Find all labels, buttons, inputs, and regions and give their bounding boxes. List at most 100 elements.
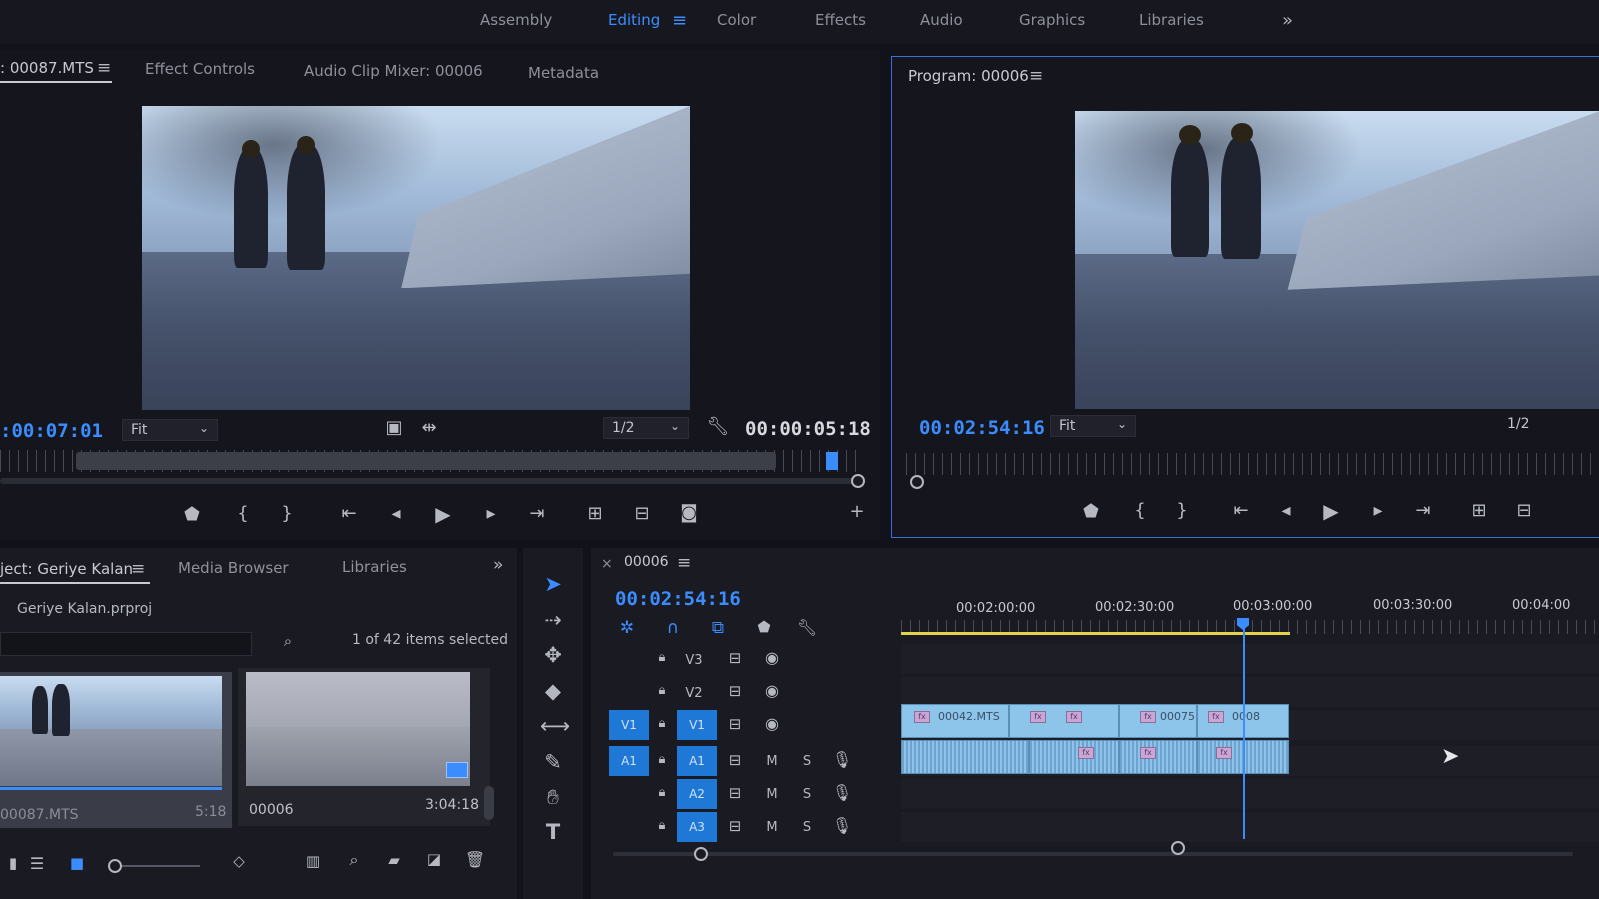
program-fit-dropdown[interactable]: Fit ⌄	[1050, 415, 1136, 437]
tab-sequence[interactable]: 00006	[624, 554, 669, 570]
program-resolution-dropdown[interactable]: 1/2	[1507, 416, 1530, 432]
program-time-ruler[interactable]	[906, 453, 1599, 475]
mute-button[interactable]: M	[757, 787, 787, 802]
source-fit-dropdown[interactable]: Fit ⌄	[122, 419, 218, 441]
timeline-scroll-handle-left[interactable]	[694, 847, 708, 861]
source-video-frame[interactable]	[142, 106, 690, 410]
audio-clip[interactable]: fx	[1029, 740, 1119, 774]
timeline-playhead-timecode[interactable]: 00:02:54:16	[615, 588, 741, 610]
source-playhead-timecode[interactable]: :00:07:01	[0, 420, 103, 442]
source-patch-a1[interactable]: A1	[609, 746, 649, 776]
track-row-a2[interactable]	[901, 779, 1599, 809]
wrench-icon[interactable]: 🔧︎	[794, 618, 820, 637]
workspace-tab-effects[interactable]: Effects	[815, 11, 866, 29]
extract-icon[interactable]: ⊟	[1511, 500, 1537, 521]
find-icon[interactable]: ⌕	[341, 850, 367, 870]
source-playhead[interactable]	[826, 452, 838, 470]
source-zoom-handle[interactable]	[851, 474, 865, 488]
mark-out-icon[interactable]: }	[1169, 500, 1195, 521]
program-zoom-handle[interactable]	[910, 475, 924, 489]
nest-icon[interactable]: ✲	[614, 618, 640, 638]
sync-lock-icon[interactable]: ⊟	[722, 682, 748, 700]
more-workspaces-icon[interactable]: »	[1282, 10, 1293, 31]
mute-button[interactable]: M	[757, 820, 787, 835]
microphone-icon[interactable]: 🎙︎	[829, 783, 855, 802]
sync-lock-icon[interactable]: ⊟	[722, 751, 748, 769]
solo-button[interactable]: S	[792, 787, 822, 802]
timeline-scroll-handle-right[interactable]	[1171, 841, 1185, 855]
step-forward-icon[interactable]: ▸	[1365, 500, 1391, 521]
audio-clip[interactable]: fx	[1119, 740, 1197, 774]
add-marker-icon[interactable]: ⬟	[179, 504, 205, 525]
go-to-out-icon[interactable]: ⇥	[1410, 500, 1436, 521]
program-title[interactable]: Program: 00006	[908, 67, 1029, 85]
track-target-a1[interactable]: A1	[677, 746, 717, 776]
panel-menu-icon[interactable]: ≡	[131, 559, 145, 579]
program-video-frame[interactable]	[1075, 111, 1599, 409]
track-target-a2[interactable]: A2	[677, 779, 717, 809]
microphone-icon[interactable]: 🎙︎	[829, 816, 855, 835]
snap-magnet-icon[interactable]: ∩	[660, 618, 686, 638]
video-clip[interactable]: fx fx	[1009, 704, 1119, 738]
workspace-tab-audio[interactable]: Audio	[920, 11, 963, 29]
source-in-out-range[interactable]	[76, 452, 776, 470]
mute-button[interactable]: M	[757, 754, 787, 769]
audio-clip[interactable]	[901, 740, 1029, 774]
go-to-in-icon[interactable]: ⇤	[336, 503, 362, 524]
overwrite-icon[interactable]: ⊟	[629, 503, 655, 524]
tab-source[interactable]: : 00087.MTS	[0, 59, 94, 77]
mark-out-icon[interactable]: }	[274, 503, 300, 524]
razor-tool-icon[interactable]: ◆	[540, 679, 566, 703]
lock-icon[interactable]: 🔒︎	[649, 716, 675, 731]
automate-to-sequence-icon[interactable]: ▥	[300, 852, 326, 870]
panel-menu-icon[interactable]: ≡	[1029, 66, 1043, 86]
zoom-slider-handle[interactable]	[108, 859, 122, 873]
insert-icon[interactable]: ⊞	[582, 503, 608, 524]
project-search-input[interactable]	[0, 632, 252, 656]
export-frame-icon[interactable]: ▣	[381, 417, 407, 438]
track-row-v3[interactable]	[901, 644, 1599, 674]
workspace-tab-color[interactable]: Color	[717, 11, 756, 29]
track-target-v1[interactable]: V1	[677, 710, 717, 740]
track-label-v2[interactable]: V2	[679, 686, 709, 701]
type-tool-icon[interactable]: T	[540, 820, 566, 844]
eye-icon[interactable]: ◉	[759, 648, 785, 667]
hand-tool-icon[interactable]: ✋︎	[540, 785, 566, 810]
sync-lock-icon[interactable]: ⊟	[722, 784, 748, 802]
lock-icon[interactable]: 🔒︎	[649, 752, 675, 767]
project-item-thumb-00087[interactable]: 00087.MTS 5:18	[0, 672, 232, 828]
tab-libraries[interactable]: Libraries	[342, 558, 407, 576]
lock-icon[interactable]: ▮	[0, 854, 26, 872]
linked-selection-icon[interactable]: ⧉	[705, 618, 731, 638]
workspace-tab-editing[interactable]: Editing	[608, 11, 660, 29]
workspace-tab-graphics[interactable]: Graphics	[1019, 11, 1085, 29]
add-button-icon[interactable]: +	[844, 501, 870, 522]
tab-metadata[interactable]: Metadata	[528, 64, 599, 82]
track-target-a3[interactable]: A3	[677, 812, 717, 842]
new-item-icon[interactable]: ◪	[421, 850, 447, 868]
workspace-menu-icon[interactable]: ≡	[672, 10, 687, 31]
add-marker-icon[interactable]: ⬟	[751, 618, 777, 636]
mark-in-icon[interactable]: {	[1127, 500, 1153, 521]
play-icon[interactable]: ▶	[430, 502, 456, 526]
lock-icon[interactable]: 🔒︎	[649, 650, 675, 665]
zoom-slider-track[interactable]	[112, 865, 200, 867]
tab-effect-controls[interactable]: Effect Controls	[145, 60, 255, 78]
wrench-icon[interactable]: 🔧︎	[705, 416, 731, 437]
sort-icon[interactable]: ◇	[226, 852, 252, 870]
step-back-icon[interactable]: ◂	[383, 503, 409, 524]
project-item-thumb-00006[interactable]: 00006 3:04:18	[238, 668, 490, 826]
sync-lock-icon[interactable]: ⊟	[722, 817, 748, 835]
more-panels-icon[interactable]: »	[493, 555, 503, 575]
workspace-tab-assembly[interactable]: Assembly	[480, 11, 552, 29]
play-icon[interactable]: ▶	[1318, 499, 1344, 523]
solo-button[interactable]: S	[792, 754, 822, 769]
eye-icon[interactable]: ◉	[759, 714, 785, 733]
panel-menu-icon[interactable]: ≡	[97, 58, 111, 78]
lift-icon[interactable]: ⊞	[1466, 500, 1492, 521]
lock-icon[interactable]: 🔒︎	[649, 785, 675, 800]
go-to-in-icon[interactable]: ⇤	[1228, 500, 1254, 521]
ripple-edit-tool-icon[interactable]: ✥	[540, 643, 566, 667]
tab-project[interactable]: ject: Geriye Kalan	[0, 560, 133, 578]
step-forward-icon[interactable]: ▸	[478, 503, 504, 524]
